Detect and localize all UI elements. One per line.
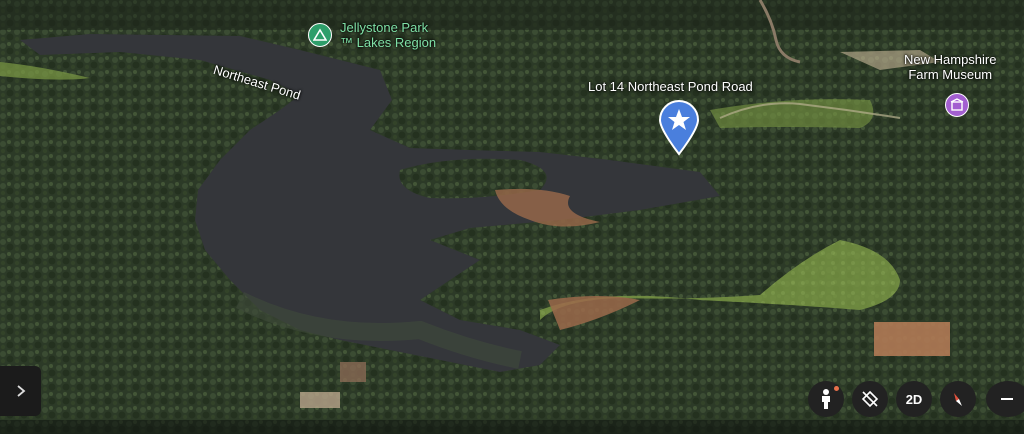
minus-icon bbox=[1001, 398, 1013, 400]
zoom-out-button[interactable] bbox=[986, 381, 1024, 417]
rotate-view-icon bbox=[861, 390, 879, 408]
star-marker-icon[interactable] bbox=[658, 100, 700, 156]
museum-label-line2: Farm Museum bbox=[908, 67, 993, 82]
museum-label[interactable]: New Hampshire Farm Museum bbox=[904, 52, 996, 82]
pegman-icon bbox=[822, 389, 830, 409]
museum-icon bbox=[950, 98, 964, 111]
park-marker[interactable] bbox=[308, 23, 332, 47]
park-label-line2: ™ Lakes Region bbox=[340, 35, 437, 50]
museum-marker[interactable] bbox=[945, 93, 969, 117]
museum-label-line1: New Hampshire bbox=[904, 52, 997, 67]
toggle-2d-button[interactable]: 2D bbox=[896, 381, 932, 417]
compass-icon bbox=[954, 393, 962, 406]
expand-panel-button[interactable] bbox=[0, 366, 41, 416]
street-view-button[interactable] bbox=[808, 381, 844, 417]
selected-place-label[interactable]: Lot 14 Northeast Pond Road bbox=[588, 79, 753, 94]
satellite-imagery bbox=[0, 0, 1024, 434]
park-label[interactable]: Jellystone Park ™ Lakes Region bbox=[340, 20, 436, 50]
compass-button[interactable] bbox=[940, 381, 976, 417]
map-canvas[interactable]: Northeast Pond Jellystone Park ™ Lakes R… bbox=[0, 0, 1024, 434]
chevron-right-icon bbox=[16, 385, 25, 397]
rotate-view-button[interactable] bbox=[852, 381, 888, 417]
pegman-status-dot bbox=[834, 386, 839, 391]
park-label-line1: Jellystone Park bbox=[340, 20, 429, 35]
campground-icon bbox=[313, 28, 327, 41]
